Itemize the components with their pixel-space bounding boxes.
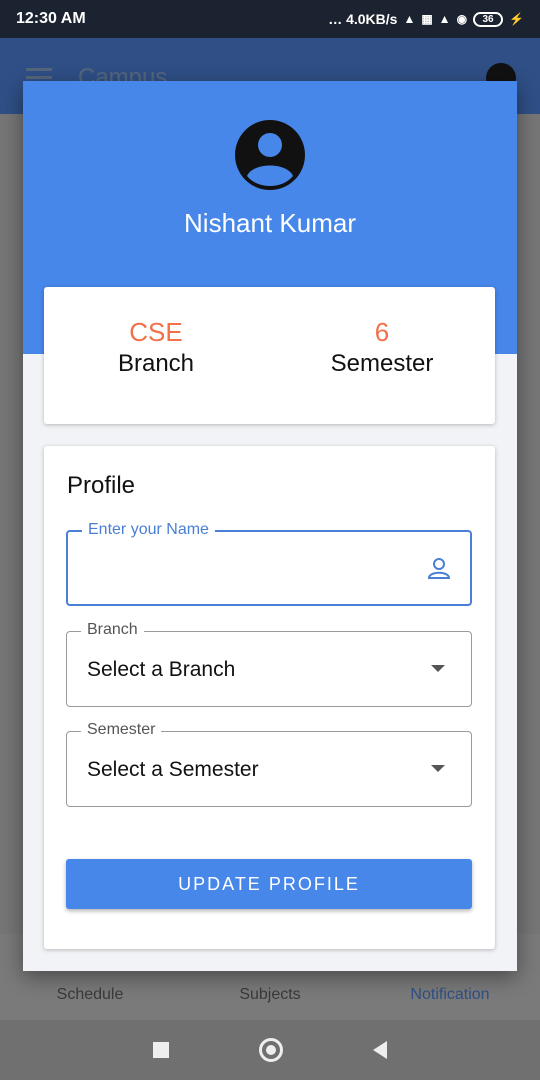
chevron-down-icon (431, 665, 445, 672)
battery-level: 36 (482, 13, 494, 25)
semester-select-label: Semester (81, 721, 162, 739)
stat-semester: 6 Semester (282, 317, 482, 378)
status-bar: 12:30 AM … 4.0KB/s ▲ ▦ ▲ ◉ 36 ⚡ (0, 0, 540, 38)
stat-semester-value: 6 (374, 317, 390, 347)
branch-select-label: Branch (81, 621, 144, 639)
tab-schedule[interactable]: Schedule (15, 986, 165, 1004)
tab-notification[interactable]: Notification (375, 986, 525, 1004)
profile-dialog: Nishant Kumar CSE Branch 6 Semester Prof… (23, 81, 517, 971)
profile-card: Profile Enter your Name Branch Select a … (44, 446, 495, 949)
battery-icon: 36 (473, 11, 504, 27)
recents-button[interactable] (153, 1042, 169, 1058)
tab-schedule-label: Schedule (56, 986, 124, 1003)
name-field[interactable]: Enter your Name (66, 521, 472, 606)
tab-subjects[interactable]: Subjects (195, 986, 345, 1004)
back-button[interactable] (373, 1041, 387, 1059)
wifi-icon: ◉ (456, 12, 468, 26)
chevron-down-icon (431, 765, 445, 772)
volte-icon: ▦ (421, 12, 433, 26)
stat-branch: CSE Branch (56, 317, 256, 378)
home-button[interactable] (259, 1038, 283, 1062)
network-speed: … 4.0KB/s (328, 11, 398, 27)
branch-select[interactable]: Branch Select a Branch (66, 621, 472, 707)
system-navigation-bar (0, 1020, 540, 1080)
profile-title: Profile (67, 472, 136, 499)
update-profile-button[interactable]: UPDATE PROFILE (66, 859, 472, 909)
stat-branch-value: CSE (129, 317, 183, 347)
stat-branch-label: Branch (117, 350, 195, 377)
name-input[interactable] (88, 554, 418, 577)
tab-subjects-label: Subjects (239, 986, 301, 1003)
info-card: CSE Branch 6 Semester (44, 287, 495, 424)
user-name: Nishant Kumar (184, 208, 356, 238)
4g-signal-icon: ▲ (438, 12, 451, 26)
semester-select-value: Select a Semester (87, 758, 259, 781)
account-circle-icon (235, 120, 305, 190)
charging-icon: ⚡ (509, 12, 524, 26)
branch-select-value: Select a Branch (87, 658, 236, 681)
stat-semester-label: Semester (330, 350, 434, 377)
status-icons: … 4.0KB/s ▲ ▦ ▲ ◉ 36 ⚡ (328, 11, 524, 27)
signal-icon: ▲ (403, 12, 416, 26)
name-field-label: Enter your Name (82, 521, 215, 539)
person-icon (427, 558, 451, 579)
semester-select[interactable]: Semester Select a Semester (66, 721, 472, 807)
status-time: 12:30 AM (16, 10, 86, 27)
tab-notification-label: Notification (410, 986, 490, 1003)
